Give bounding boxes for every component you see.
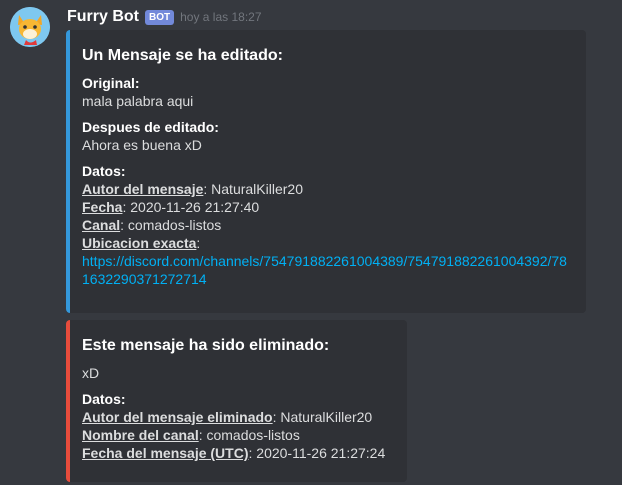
channel-key: Nombre del canal	[82, 427, 199, 443]
bot-avatar[interactable]	[10, 7, 50, 47]
author-key: Autor del mensaje eliminado	[82, 409, 273, 425]
message-link[interactable]: https://discord.com/channels/75479188226…	[82, 252, 572, 288]
bot-badge: BOT	[145, 9, 175, 25]
author-value: : NaturalKiller20	[272, 409, 373, 425]
location-line: Ubicacion exacta:	[82, 234, 572, 252]
data-field: Datos: Autor del mensaje eliminado: Natu…	[82, 390, 393, 462]
channel-key: Canal	[82, 217, 121, 233]
edit-log-embed: Un Mensaje se ha editado: Original: mala…	[66, 30, 586, 313]
data-field: Datos: Autor del mensaje: NaturalKiller2…	[82, 162, 572, 288]
original-field: Original: mala palabra aqui	[82, 74, 572, 110]
message-header: Furry Bot BOT hoy a las 18:27	[67, 8, 262, 26]
channel-line: Canal: comados-listos	[82, 216, 572, 234]
channel-line: Nombre del canal: comados-listos	[82, 426, 393, 444]
date-line: Fecha: 2020-11-26 21:27:40	[82, 198, 572, 216]
field-name: Despues de editado:	[82, 119, 219, 135]
author-line: Autor del mensaje: NaturalKiller20	[82, 180, 572, 198]
location-separator: :	[196, 235, 201, 251]
username[interactable]: Furry Bot	[67, 8, 139, 26]
author-key: Autor del mensaje	[82, 181, 204, 197]
date-value: : 2020-11-26 21:27:24	[248, 445, 386, 461]
field-value: Ahora es buena xD	[82, 137, 202, 153]
field-name: Datos:	[82, 391, 126, 407]
fox-avatar-icon	[10, 7, 50, 47]
author-line: Autor del mensaje eliminado: NaturalKill…	[82, 408, 393, 426]
edited-field: Despues de editado: Ahora es buena xD	[82, 118, 572, 154]
field-name: Original:	[82, 75, 140, 91]
delete-log-embed: Este mensaje ha sido eliminado: xD Datos…	[66, 320, 407, 482]
date-key: Fecha	[82, 199, 123, 215]
field-name: Datos:	[82, 163, 126, 179]
location-key: Ubicacion exacta	[82, 235, 197, 251]
channel-value: : comados-listos	[120, 217, 222, 233]
deleted-content: xD	[82, 365, 100, 381]
date-value: : 2020-11-26 21:27:40	[122, 199, 260, 215]
date-key: Fecha del mensaje (UTC)	[82, 445, 249, 461]
date-line: Fecha del mensaje (UTC): 2020-11-26 21:2…	[82, 444, 393, 462]
embed-title: Este mensaje ha sido eliminado:	[82, 337, 330, 354]
author-value: : NaturalKiller20	[203, 181, 303, 197]
embed-title: Un Mensaje se ha editado:	[82, 47, 283, 64]
channel-value: : comados-listos	[198, 427, 300, 443]
field-value: mala palabra aqui	[82, 93, 194, 109]
message-timestamp[interactable]: hoy a las 18:27	[180, 10, 261, 24]
